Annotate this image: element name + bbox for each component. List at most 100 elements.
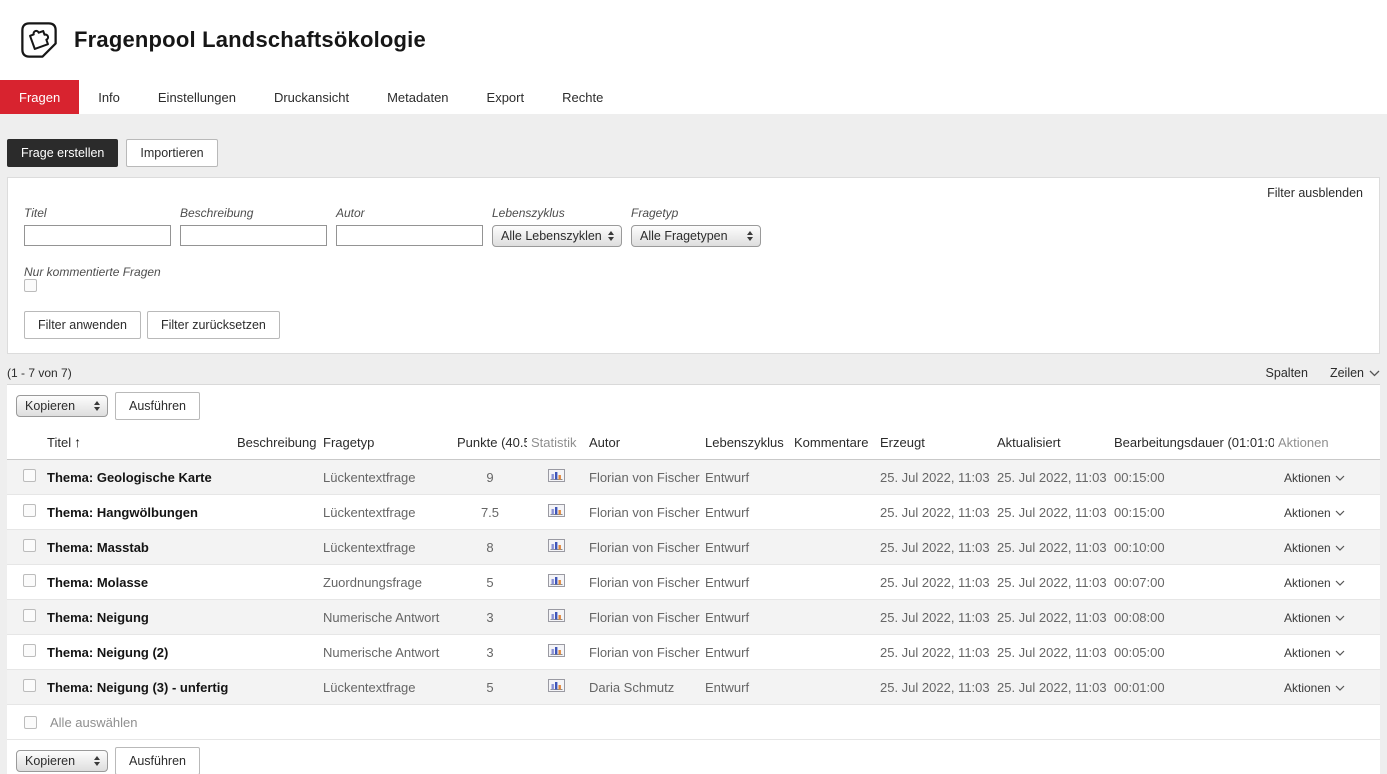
tab-druckansicht[interactable]: Druckansicht (255, 80, 368, 114)
description-filter-label: Beschreibung (180, 206, 327, 220)
author-filter-input[interactable] (336, 225, 483, 246)
tab-rechte[interactable]: Rechte (543, 80, 622, 114)
row-actions-dropdown[interactable]: Aktionen (1284, 611, 1345, 625)
table-meta-row: (1 - 7 von 7) Spalten Zeilen (7, 366, 1380, 380)
lifecycle-filter-select[interactable]: Alle Lebenszyklen (492, 225, 622, 247)
row-created: 25. Jul 2022, 11:03 (876, 565, 993, 600)
row-created: 25. Jul 2022, 11:03 (876, 635, 993, 670)
statistics-chart-icon[interactable] (548, 539, 565, 552)
commented-filter-checkbox[interactable] (24, 279, 37, 292)
row-description (233, 565, 319, 600)
select-arrows-icon (88, 401, 100, 411)
statistics-chart-icon[interactable] (548, 574, 565, 587)
question-title-link[interactable]: Thema: Masstab (47, 540, 149, 555)
chevron-down-icon (1335, 580, 1345, 586)
header-punkte[interactable]: Punkte (40.5) (453, 427, 527, 460)
bulk-action-bar-top: Kopieren Ausführen (7, 385, 1380, 427)
chevron-down-icon (1335, 685, 1345, 691)
create-question-button[interactable]: Frage erstellen (7, 139, 118, 167)
type-filter-select[interactable]: Alle Fragetypen (631, 225, 761, 247)
question-title-link[interactable]: Thema: Geologische Karte (47, 470, 212, 485)
row-lifecycle: Entwurf (701, 530, 790, 565)
bulk-action-bar-bottom: Kopieren Ausführen (7, 740, 1380, 774)
chevron-down-icon (1335, 615, 1345, 621)
statistics-chart-icon[interactable] (548, 609, 565, 622)
apply-filter-button[interactable]: Filter anwenden (24, 311, 141, 339)
header-lebenszyklus[interactable]: Lebenszyklus (701, 427, 790, 460)
row-checkbox[interactable] (23, 609, 36, 622)
page-title: Fragenpool Landschaftsökologie (74, 27, 426, 53)
row-actions-dropdown[interactable]: Aktionen (1284, 646, 1345, 660)
row-actions-dropdown[interactable]: Aktionen (1284, 681, 1345, 695)
row-created: 25. Jul 2022, 11:03 (876, 600, 993, 635)
header-kommentare[interactable]: Kommentare (790, 427, 876, 460)
import-button[interactable]: Importieren (126, 139, 217, 167)
tab-bar: Fragen Info Einstellungen Druckansicht M… (0, 80, 1387, 114)
question-title-link[interactable]: Thema: Neigung (3) - unfertig (47, 680, 228, 695)
row-comments (790, 495, 876, 530)
row-updated: 25. Jul 2022, 11:03 (993, 460, 1110, 495)
statistics-chart-icon[interactable] (548, 679, 565, 692)
columns-selector[interactable]: Spalten (1266, 366, 1308, 380)
rows-selector[interactable]: Zeilen (1330, 366, 1380, 380)
row-actions-dropdown[interactable]: Aktionen (1284, 576, 1345, 590)
header-autor[interactable]: Autor (585, 427, 701, 460)
statistics-chart-icon[interactable] (548, 469, 565, 482)
question-title-link[interactable]: Thema: Molasse (47, 575, 148, 590)
row-author: Florian von Fischer (585, 495, 701, 530)
row-actions-dropdown[interactable]: Aktionen (1284, 541, 1345, 555)
question-title-link[interactable]: Thema: Neigung (2) (47, 645, 168, 660)
tab-info[interactable]: Info (79, 80, 139, 114)
row-comments (790, 670, 876, 705)
reset-filter-button[interactable]: Filter zurücksetzen (147, 311, 280, 339)
statistics-chart-icon[interactable] (548, 644, 565, 657)
description-filter-input[interactable] (180, 225, 327, 246)
bulk-action-select-bottom[interactable]: Kopieren (16, 750, 108, 772)
row-checkbox[interactable] (23, 679, 36, 692)
question-title-link[interactable]: Thema: Hangwölbungen (47, 505, 198, 520)
row-duration: 00:15:00 (1110, 460, 1274, 495)
row-created: 25. Jul 2022, 11:03 (876, 670, 993, 705)
row-author: Florian von Fischer (585, 565, 701, 600)
title-filter-input[interactable] (24, 225, 171, 246)
row-checkbox[interactable] (23, 644, 36, 657)
row-checkbox[interactable] (23, 469, 36, 482)
select-all-checkbox[interactable] (24, 716, 37, 729)
execute-button-top[interactable]: Ausführen (115, 392, 200, 420)
chevron-down-icon (1335, 545, 1345, 551)
sort-ascending-icon: ↑ (74, 434, 81, 450)
header-titel[interactable]: Titel↑ (43, 427, 233, 460)
header-erzeugt[interactable]: Erzeugt (876, 427, 993, 460)
question-title-link[interactable]: Thema: Neigung (47, 610, 149, 625)
row-lifecycle: Entwurf (701, 460, 790, 495)
tab-einstellungen[interactable]: Einstellungen (139, 80, 255, 114)
row-updated: 25. Jul 2022, 11:03 (993, 565, 1110, 600)
row-duration: 00:08:00 (1110, 600, 1274, 635)
tab-metadaten[interactable]: Metadaten (368, 80, 467, 114)
row-question-type: Zuordnungsfrage (319, 565, 453, 600)
row-checkbox[interactable] (23, 504, 36, 517)
row-created: 25. Jul 2022, 11:03 (876, 530, 993, 565)
execute-button-bottom[interactable]: Ausführen (115, 747, 200, 774)
header-aktualisiert[interactable]: Aktualisiert (993, 427, 1110, 460)
bulk-action-select-top[interactable]: Kopieren (16, 395, 108, 417)
page-header: Fragenpool Landschaftsökologie (0, 0, 1387, 80)
select-all-label: Alle auswählen (50, 715, 137, 730)
header-bearbeitungsdauer[interactable]: Bearbeitungsdauer (01:01:00) (1110, 427, 1274, 460)
row-checkbox[interactable] (23, 539, 36, 552)
row-checkbox[interactable] (23, 574, 36, 587)
type-filter-value: Alle Fragetypen (640, 229, 728, 243)
select-arrows-icon (602, 231, 614, 241)
row-question-type: Numerische Antwort (319, 635, 453, 670)
tab-fragen[interactable]: Fragen (0, 80, 79, 114)
statistics-chart-icon[interactable] (548, 504, 565, 517)
row-actions-dropdown[interactable]: Aktionen (1284, 471, 1345, 485)
header-fragetyp[interactable]: Fragetyp (319, 427, 453, 460)
header-beschreibung[interactable]: Beschreibung (233, 427, 319, 460)
tab-export[interactable]: Export (468, 80, 544, 114)
row-actions-dropdown[interactable]: Aktionen (1284, 506, 1345, 520)
header-checkbox-spacer (7, 427, 43, 460)
row-updated: 25. Jul 2022, 11:03 (993, 600, 1110, 635)
chevron-down-icon (1335, 510, 1345, 516)
hide-filter-link[interactable]: Filter ausblenden (1267, 186, 1363, 200)
